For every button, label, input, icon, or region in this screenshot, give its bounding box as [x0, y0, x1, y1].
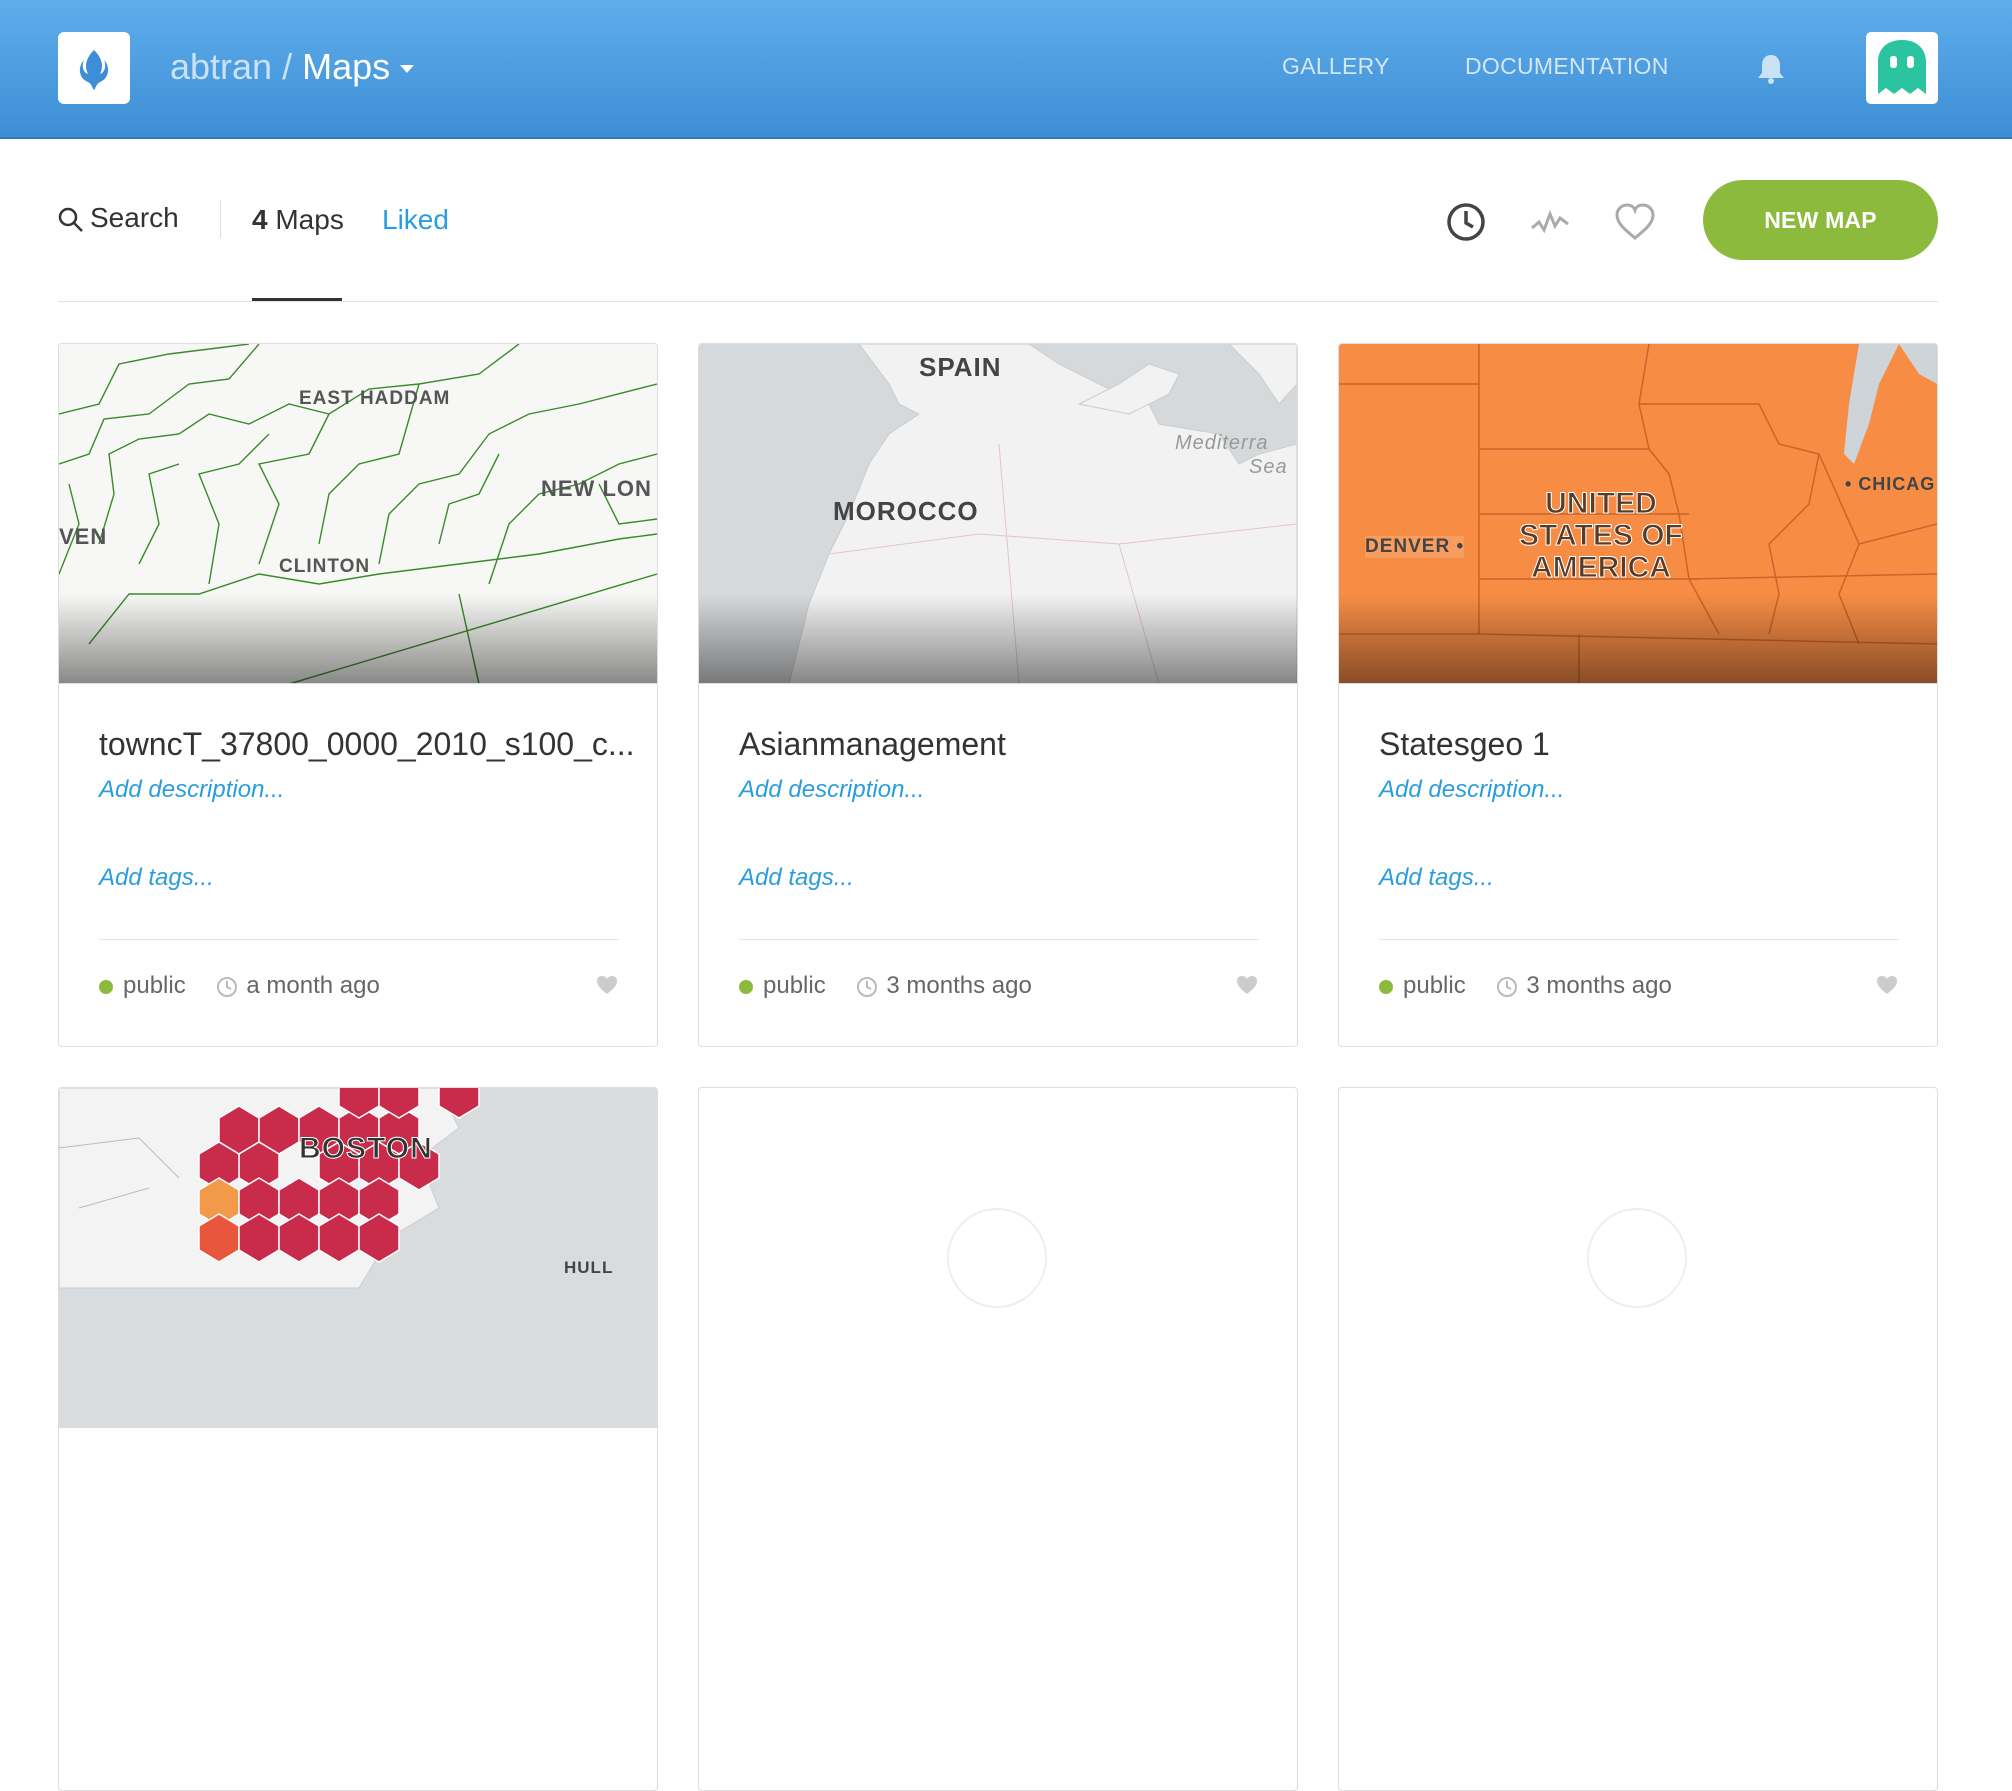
- map-label: MOROCCO: [833, 496, 979, 526]
- card-footer: public 3 months ago: [1379, 972, 1899, 1000]
- map-label: DENVER: [1365, 536, 1451, 557]
- map-thumbnail[interactable]: BOSTON HULL: [59, 1088, 657, 1428]
- breadcrumb-user[interactable]: abtran /: [170, 46, 292, 87]
- active-tab-underline: [252, 298, 342, 301]
- map-thumbnail[interactable]: UNITED STATES OF AMERICA DENVER • • CHIC…: [1339, 344, 1937, 684]
- sort-recent-icon[interactable]: [1446, 202, 1486, 247]
- map-label: Mediterra: [1175, 432, 1269, 454]
- clock-icon: [1497, 976, 1518, 997]
- privacy-status-dot: [1379, 979, 1393, 994]
- map-label: EAST HADDAM: [299, 388, 451, 409]
- card-divider: [99, 939, 619, 940]
- top-header: abtran / Maps GALLERY DOCUMENTATION: [0, 0, 2012, 139]
- thumbnail-gradient: [699, 594, 1297, 683]
- like-heart-icon[interactable]: [595, 974, 619, 996]
- map-card[interactable]: EAST HADDAM NEW LON VEN CLINTON towncT_3…: [58, 343, 658, 1047]
- maps-toolbar: Search 4 Maps Liked NEW MAP: [58, 180, 1938, 302]
- privacy-status-dot: [99, 979, 113, 994]
- map-label: NEW LON: [541, 476, 652, 501]
- map-label: DENVER •: [1365, 536, 1465, 558]
- map-label: UNITED: [1545, 487, 1658, 520]
- add-tags-link[interactable]: Add tags...: [739, 864, 854, 892]
- breadcrumb: abtran / Maps: [170, 46, 415, 88]
- user-avatar[interactable]: [1866, 32, 1938, 104]
- card-footer: public 3 months ago: [739, 972, 1259, 1000]
- nav-documentation[interactable]: DOCUMENTATION: [1465, 53, 1669, 80]
- map-label: AMERICA: [1530, 551, 1671, 584]
- map-label: CLINTON: [279, 556, 371, 577]
- map-label: • CHICAG: [1845, 474, 1936, 494]
- map-label: BOSTON: [299, 1132, 433, 1166]
- ghost-avatar-icon: [1878, 40, 1926, 94]
- chevron-down-icon[interactable]: [400, 65, 415, 74]
- like-heart-icon[interactable]: [1235, 974, 1259, 996]
- add-tags-link[interactable]: Add tags...: [99, 864, 214, 892]
- document-placeholder-icon: [1587, 1208, 1687, 1308]
- privacy-label[interactable]: public: [763, 972, 826, 999]
- map-label: STATES OF: [1519, 519, 1684, 552]
- map-label-group: UNITED STATES OF AMERICA: [1519, 487, 1684, 584]
- updated-time: 3 months ago: [1526, 972, 1672, 999]
- map-thumbnail[interactable]: EAST HADDAM NEW LON VEN CLINTON: [59, 344, 657, 684]
- notification-bell-icon[interactable]: [1755, 52, 1787, 91]
- add-tags-link[interactable]: Add tags...: [1379, 864, 1494, 892]
- map-title[interactable]: Asianmanagement: [739, 726, 1006, 763]
- sort-popular-icon[interactable]: [1530, 202, 1570, 247]
- clock-icon: [217, 976, 238, 997]
- map-label: Sea: [1249, 456, 1288, 478]
- logo-icon: [79, 50, 109, 90]
- map-label: SPAIN: [919, 352, 1002, 382]
- tab-liked[interactable]: Liked: [382, 204, 449, 236]
- add-description-link[interactable]: Add description...: [99, 776, 284, 804]
- maps-label: Maps: [275, 204, 344, 235]
- card-divider: [1379, 939, 1899, 940]
- map-label: VEN: [59, 524, 108, 549]
- map-card[interactable]: BOSTON HULL: [58, 1087, 658, 1791]
- like-heart-icon[interactable]: [1875, 974, 1899, 996]
- dataset-placeholder-icon: [947, 1208, 1047, 1308]
- breadcrumb-maps[interactable]: Maps: [302, 46, 390, 87]
- privacy-label[interactable]: public: [123, 972, 186, 999]
- thumbnail-gradient: [1339, 594, 1937, 683]
- carto-logo[interactable]: [58, 32, 130, 104]
- sort-liked-icon[interactable]: [1614, 202, 1656, 247]
- updated-time: a month ago: [246, 972, 380, 999]
- nav-gallery[interactable]: GALLERY: [1282, 53, 1390, 80]
- search-button[interactable]: Search: [58, 202, 179, 234]
- map-thumbnail[interactable]: SPAIN MOROCCO Mediterra Sea: [699, 344, 1297, 684]
- search-icon: [58, 207, 83, 232]
- privacy-label[interactable]: public: [1403, 972, 1466, 999]
- toolbar-divider: [220, 200, 221, 238]
- thumbnail-gradient: [59, 594, 657, 683]
- maps-count: 4: [252, 204, 268, 235]
- search-label: Search: [90, 202, 179, 233]
- privacy-status-dot: [739, 979, 753, 994]
- map-card[interactable]: SPAIN MOROCCO Mediterra Sea Asianmanagem…: [698, 343, 1298, 1047]
- tab-maps[interactable]: 4 Maps: [252, 204, 344, 236]
- clock-icon: [857, 976, 878, 997]
- empty-card-placeholder: [1338, 1087, 1938, 1791]
- add-description-link[interactable]: Add description...: [739, 776, 924, 804]
- card-footer: public a month ago: [99, 972, 619, 1000]
- empty-card-placeholder: [698, 1087, 1298, 1791]
- add-description-link[interactable]: Add description...: [1379, 776, 1564, 804]
- updated-time: 3 months ago: [886, 972, 1032, 999]
- map-title[interactable]: Statesgeo 1: [1379, 726, 1550, 763]
- map-title[interactable]: towncT_37800_0000_2010_s100_c...: [99, 726, 635, 763]
- map-label: CHICAG: [1858, 474, 1936, 494]
- new-map-button[interactable]: NEW MAP: [1703, 180, 1938, 260]
- map-card[interactable]: UNITED STATES OF AMERICA DENVER • • CHIC…: [1338, 343, 1938, 1047]
- map-label: HULL: [564, 1258, 614, 1277]
- card-divider: [739, 939, 1259, 940]
